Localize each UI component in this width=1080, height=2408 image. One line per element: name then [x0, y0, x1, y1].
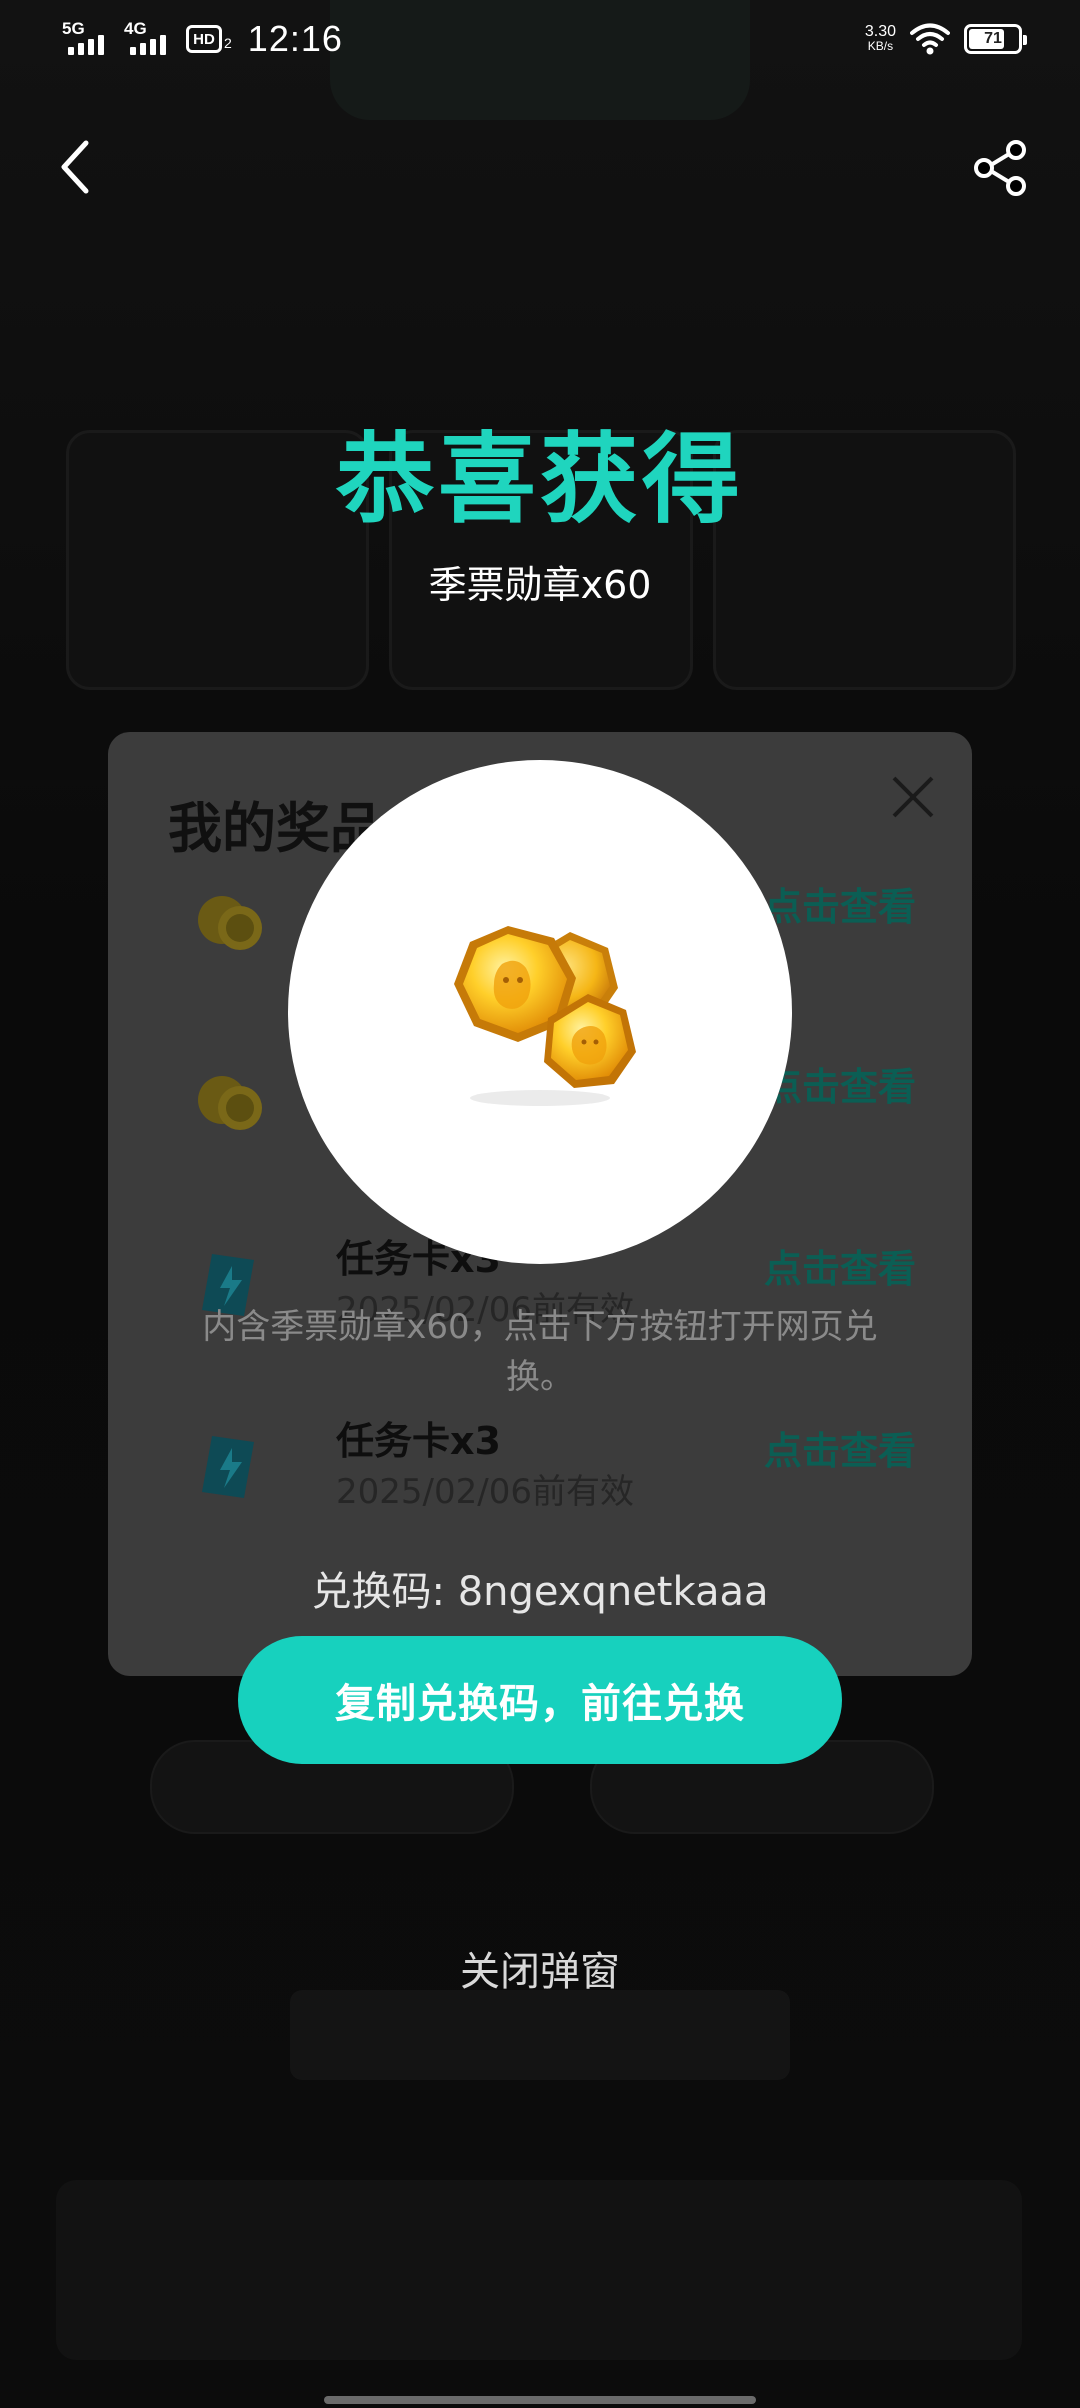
redeem-code: 兑换码: 8ngexqnetkaaa: [311, 1569, 769, 1615]
home-indicator[interactable]: [324, 2396, 756, 2404]
wifi-icon: [910, 23, 950, 55]
share-button[interactable]: [968, 136, 1032, 200]
view-link[interactable]: 点击查看: [764, 1426, 916, 1476]
battery-level: 71: [984, 30, 1002, 47]
task-card-icon: [202, 1436, 254, 1498]
reward-image: [288, 760, 792, 1264]
speed-value: 3.30: [864, 23, 896, 40]
back-button[interactable]: [48, 132, 100, 202]
status-left: 5G 4G HD 2 12:16: [62, 18, 343, 60]
network-speed: 3.30 KB/s: [865, 24, 896, 54]
speed-unit: KB/s: [867, 39, 894, 53]
close-icon[interactable]: [888, 772, 938, 822]
view-link[interactable]: 点击查看: [764, 1062, 916, 1112]
item-name: 任务卡x3: [336, 1419, 501, 1463]
hd-sub-label: 2: [224, 35, 232, 51]
coin-icon: [198, 896, 262, 950]
signal-5g-icon: 5G: [62, 19, 114, 59]
list-item: 任务卡x3 2025/02/06前有效 点击查看: [108, 1396, 972, 1546]
background-task-card: [56, 2180, 1022, 2360]
chevron-left-icon: [61, 140, 89, 194]
copy-code-button[interactable]: 复制兑换码，前往兑换: [238, 1636, 842, 1764]
congrats-title: 恭喜获得: [335, 423, 744, 537]
status-right: 3.30 KB/s 71: [865, 22, 1027, 56]
coin-icon: [198, 1076, 262, 1130]
clock: 12:16: [247, 18, 343, 59]
close-popup-button[interactable]: 关闭弹窗: [0, 1944, 1080, 2000]
background-heading: [290, 1990, 790, 2080]
reward-name: 季票勋章x60: [428, 563, 652, 607]
hd-icon: HD: [186, 25, 222, 53]
status-bar: 5G 4G HD 2 12:16 3.30 KB/s 71: [0, 0, 1080, 80]
signal-4g-icon: 4G: [124, 19, 176, 59]
battery-icon: 71: [964, 24, 1027, 54]
view-link[interactable]: 点击查看: [764, 1244, 916, 1294]
view-link[interactable]: 点击查看: [764, 882, 916, 932]
item-date: 2025/02/06前有效: [336, 1472, 634, 1512]
share-icon: [974, 140, 1026, 196]
season-medal-icon: [454, 926, 636, 1106]
reward-description: 内含季票勋章x60，点击下方按钮打开网页兑换。: [202, 1307, 878, 1397]
